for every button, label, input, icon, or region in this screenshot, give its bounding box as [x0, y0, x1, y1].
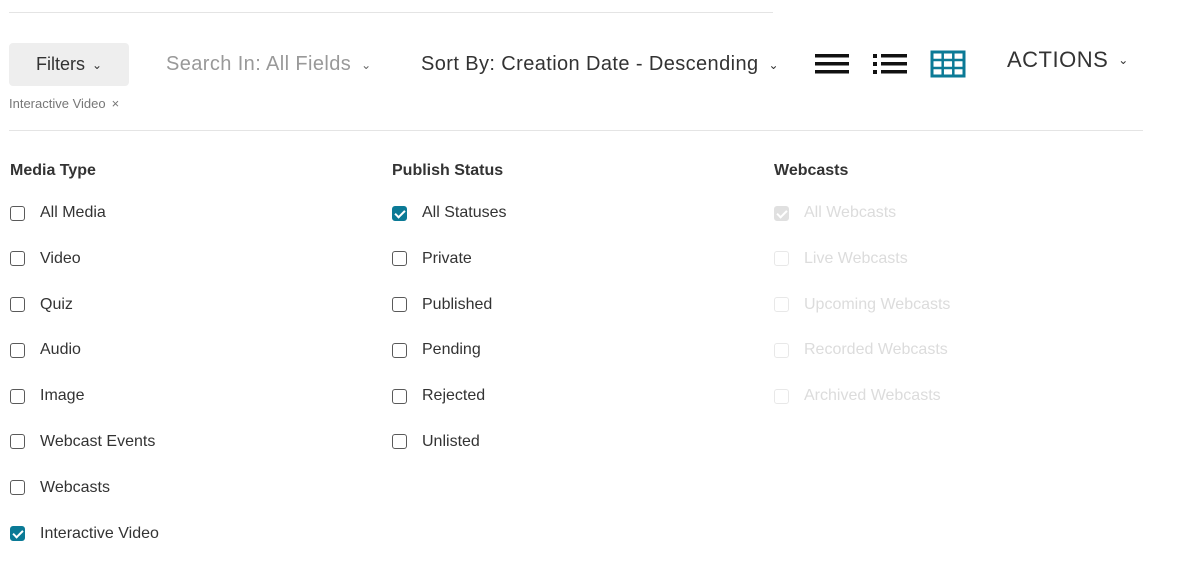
publish-status-option-published[interactable]: Published — [392, 295, 752, 315]
list-view-icon — [815, 54, 849, 74]
publish-status-option-unlisted[interactable]: Unlisted — [392, 432, 752, 452]
grid-view-button[interactable] — [929, 48, 967, 80]
sort-by-dropdown[interactable]: Sort By: Creation Date - Descending ⌄ — [421, 43, 779, 86]
chevron-down-icon: ⌄ — [768, 57, 779, 72]
media-type-option-video[interactable]: Video — [10, 249, 370, 269]
checkbox[interactable] — [392, 342, 407, 358]
option-label: Image — [40, 387, 85, 405]
actions-label: ACTIONS — [1007, 47, 1109, 72]
webcasts-option-archived-webcasts: Archived Webcasts — [774, 386, 1134, 406]
active-filter-label: Interactive Video — [9, 96, 106, 111]
option-label: Archived Webcasts — [804, 387, 941, 405]
option-label: Live Webcasts — [804, 249, 908, 267]
actions-dropdown[interactable]: ACTIONS ⌄ — [1007, 43, 1129, 77]
webcasts-option-all-webcasts: All Webcasts — [774, 203, 1134, 223]
media-type-option-audio[interactable]: Audio — [10, 340, 370, 360]
publish-status-option-rejected[interactable]: Rejected — [392, 386, 752, 406]
remove-filter-icon[interactable]: × — [112, 96, 120, 111]
checkbox[interactable] — [10, 480, 25, 496]
media-type-option-webcasts[interactable]: Webcasts — [10, 478, 370, 498]
sort-by-label: Sort By: Creation Date - Descending — [421, 53, 759, 75]
publish-status-option-pending[interactable]: Pending — [392, 340, 752, 360]
option-label: Pending — [422, 341, 481, 359]
option-label: Video — [40, 249, 81, 267]
publish-status-option-private[interactable]: Private — [392, 249, 752, 269]
filter-toolbar: Filters ⌄ Search In: All Fields ⌄ Sort B… — [9, 43, 1169, 86]
checkbox[interactable] — [392, 251, 407, 267]
list-view-button[interactable] — [813, 48, 851, 80]
grid-view-icon — [930, 50, 966, 78]
media-type-option-webcast-events[interactable]: Webcast Events — [10, 432, 370, 452]
filters-button[interactable]: Filters ⌄ — [9, 43, 129, 86]
checkbox[interactable] — [10, 297, 25, 313]
checkbox[interactable] — [10, 434, 25, 450]
option-label: Interactive Video — [40, 524, 159, 542]
option-label: Private — [422, 249, 472, 267]
search-in-dropdown[interactable]: Search In: All Fields ⌄ — [166, 43, 372, 86]
media-type-group: Media Type All Media Video Quiz Audio Im… — [10, 161, 370, 569]
publish-status-title: Publish Status — [392, 162, 504, 179]
option-label: All Statuses — [422, 204, 507, 221]
checkbox[interactable] — [10, 251, 25, 267]
active-filter-tag: Interactive Video × — [9, 96, 119, 111]
checkbox[interactable] — [392, 434, 407, 450]
publish-status-option-all-statuses[interactable]: All Statuses — [392, 203, 752, 223]
checkbox — [774, 342, 789, 358]
checkbox — [774, 205, 789, 221]
media-type-option-interactive-video[interactable]: Interactive Video — [10, 524, 370, 544]
checkbox[interactable] — [392, 388, 407, 404]
checkbox[interactable] — [392, 205, 407, 221]
webcasts-option-recorded-webcasts: Recorded Webcasts — [774, 340, 1134, 360]
option-label: Webcast Events — [40, 432, 156, 450]
chevron-down-icon: ⌄ — [91, 57, 103, 72]
detail-view-icon — [873, 54, 907, 74]
chevron-down-icon: ⌄ — [361, 57, 372, 72]
webcasts-option-live-webcasts: Live Webcasts — [774, 249, 1134, 269]
checkbox — [774, 388, 789, 404]
webcasts-title: Webcasts — [774, 162, 849, 179]
checkbox[interactable] — [10, 342, 25, 358]
checkbox[interactable] — [10, 205, 25, 221]
checkbox[interactable] — [10, 388, 25, 404]
option-label: All Webcasts — [804, 204, 897, 221]
top-divider — [9, 12, 773, 13]
option-label: Unlisted — [422, 432, 480, 450]
option-label: Rejected — [422, 387, 486, 405]
checkbox[interactable] — [392, 297, 407, 313]
media-type-option-image[interactable]: Image — [10, 386, 370, 406]
media-type-option-quiz[interactable]: Quiz — [10, 295, 370, 315]
publish-status-group: Publish Status All Statuses Private Publ… — [392, 161, 752, 478]
filters-divider — [9, 130, 1143, 131]
media-type-title: Media Type — [10, 162, 96, 179]
search-in-label: Search In: All Fields — [166, 53, 352, 75]
option-label: All Media — [40, 204, 106, 221]
option-label: Recorded Webcasts — [804, 341, 948, 359]
checkbox — [774, 297, 789, 313]
option-label: Published — [422, 295, 493, 313]
chevron-down-icon: ⌄ — [1118, 53, 1129, 67]
option-label: Quiz — [40, 295, 73, 313]
media-type-option-all-media[interactable]: All Media — [10, 203, 370, 223]
webcasts-option-upcoming-webcasts: Upcoming Webcasts — [774, 295, 1134, 315]
filters-button-label: Filters — [35, 54, 85, 74]
webcasts-group: Webcasts All Webcasts Live Webcasts Upco… — [774, 161, 1134, 432]
checkbox[interactable] — [10, 526, 25, 542]
option-label: Upcoming Webcasts — [804, 295, 951, 313]
option-label: Audio — [40, 341, 81, 359]
checkbox — [774, 251, 789, 267]
detail-view-button[interactable] — [871, 48, 909, 80]
option-label: Webcasts — [40, 478, 110, 496]
